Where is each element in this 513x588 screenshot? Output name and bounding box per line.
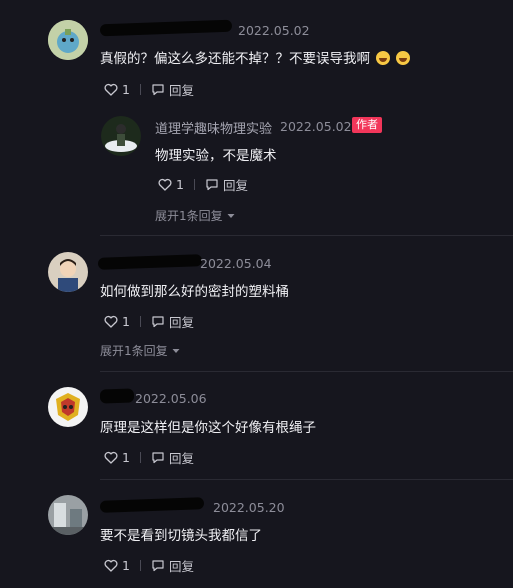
like-button[interactable]: 1 xyxy=(104,450,130,465)
like-count: 1 xyxy=(122,313,130,329)
reply-author-name: 道理学趣味物理实验 xyxy=(155,122,273,137)
reply-button[interactable]: 回复 xyxy=(151,448,194,467)
avatar-image xyxy=(48,495,88,535)
heart-icon xyxy=(104,451,118,464)
expand-replies-label: 展开1条回复 xyxy=(100,344,168,358)
avatar[interactable] xyxy=(48,252,88,292)
comment-bubble-icon xyxy=(152,559,164,571)
comment-date: 2022.05.20 xyxy=(213,500,285,515)
comment-bubble-icon xyxy=(152,83,164,95)
heart-icon xyxy=(104,559,118,572)
comment-text: 如何做到那么好的密封的塑料桶 xyxy=(100,284,289,300)
like-button[interactable]: 1 xyxy=(104,314,130,329)
reply-avatar[interactable] xyxy=(101,116,141,156)
comment-actions: 1 回复 xyxy=(104,448,194,466)
comment-text: 要不是看到切镜头我都信了 xyxy=(100,528,262,544)
reply-actions: 1 回复 xyxy=(158,175,248,193)
comment-text: 真假的？偏这么多还能不掉？？不要误导我啊 xyxy=(100,47,410,67)
avatar[interactable] xyxy=(48,495,88,535)
action-divider xyxy=(139,451,141,463)
like-count: 1 xyxy=(122,81,130,97)
comment-author-redacted[interactable] xyxy=(97,253,203,270)
reply-text: 物理实验，不是魔术 xyxy=(155,148,277,164)
like-count: 1 xyxy=(122,557,130,573)
grin-sweat-emoji xyxy=(396,51,410,65)
heart-icon xyxy=(104,83,118,96)
reply-label: 回复 xyxy=(168,314,194,330)
comment-divider xyxy=(100,479,513,480)
chevron-down-icon xyxy=(172,348,180,353)
avatar[interactable] xyxy=(48,20,88,60)
avatar-image xyxy=(101,116,141,156)
heart-icon xyxy=(158,178,172,191)
reply-label: 回复 xyxy=(168,558,194,574)
action-divider xyxy=(139,559,141,571)
action-divider xyxy=(193,178,195,190)
comment-date: 2022.05.06 xyxy=(135,391,207,406)
comment-divider xyxy=(100,371,513,372)
comment-date: 2022.05.04 xyxy=(200,256,272,271)
comment-bubble-icon xyxy=(206,178,218,190)
comment-divider xyxy=(100,235,513,236)
reply-date: 2022.05.02 xyxy=(280,119,352,134)
comment-actions: 1 回复 xyxy=(104,312,194,330)
like-count: 1 xyxy=(122,449,130,465)
comment-author-redacted[interactable] xyxy=(99,496,205,513)
heart-icon xyxy=(104,315,118,328)
comment-author-redacted[interactable] xyxy=(99,387,135,404)
comment-actions: 1 回复 xyxy=(104,556,194,574)
avatar-image xyxy=(48,20,88,60)
chevron-down-icon xyxy=(227,213,235,218)
like-button[interactable]: 1 xyxy=(158,177,184,192)
action-divider xyxy=(139,315,141,327)
comment-text-content: 真假的？偏这么多还能不掉？？不要误导我啊 xyxy=(100,51,370,67)
grin-sweat-emoji xyxy=(376,51,390,65)
reply-button[interactable]: 回复 xyxy=(151,556,194,575)
reply-button[interactable]: 回复 xyxy=(205,175,248,194)
comment-text: 原理是这样但是你这个好像有根绳子 xyxy=(100,420,316,436)
reply-button[interactable]: 回复 xyxy=(151,312,194,331)
avatar-image xyxy=(48,387,88,427)
reply-label: 回复 xyxy=(168,450,194,466)
expand-replies-button[interactable]: 展开1条回复 xyxy=(100,342,180,359)
reply-label: 回复 xyxy=(168,82,194,98)
reply-button[interactable]: 回复 xyxy=(151,80,194,99)
author-badge: 作者 xyxy=(352,117,382,133)
comment-date: 2022.05.02 xyxy=(238,23,310,38)
like-count: 1 xyxy=(176,176,184,192)
reply-label: 回复 xyxy=(222,177,248,193)
action-divider xyxy=(139,83,141,95)
like-button[interactable]: 1 xyxy=(104,82,130,97)
comment-bubble-icon xyxy=(152,315,164,327)
avatar-image xyxy=(48,252,88,292)
comment-actions: 1 回复 xyxy=(104,80,194,98)
expand-replies-label: 展开1条回复 xyxy=(155,209,223,223)
expand-replies-button[interactable]: 展开1条回复 xyxy=(155,207,235,224)
reply-author[interactable]: 道理学趣味物理实验 xyxy=(155,118,272,137)
like-button[interactable]: 1 xyxy=(104,558,130,573)
comment-bubble-icon xyxy=(152,451,164,463)
comment-author-redacted[interactable] xyxy=(99,19,233,36)
avatar[interactable] xyxy=(48,387,88,427)
